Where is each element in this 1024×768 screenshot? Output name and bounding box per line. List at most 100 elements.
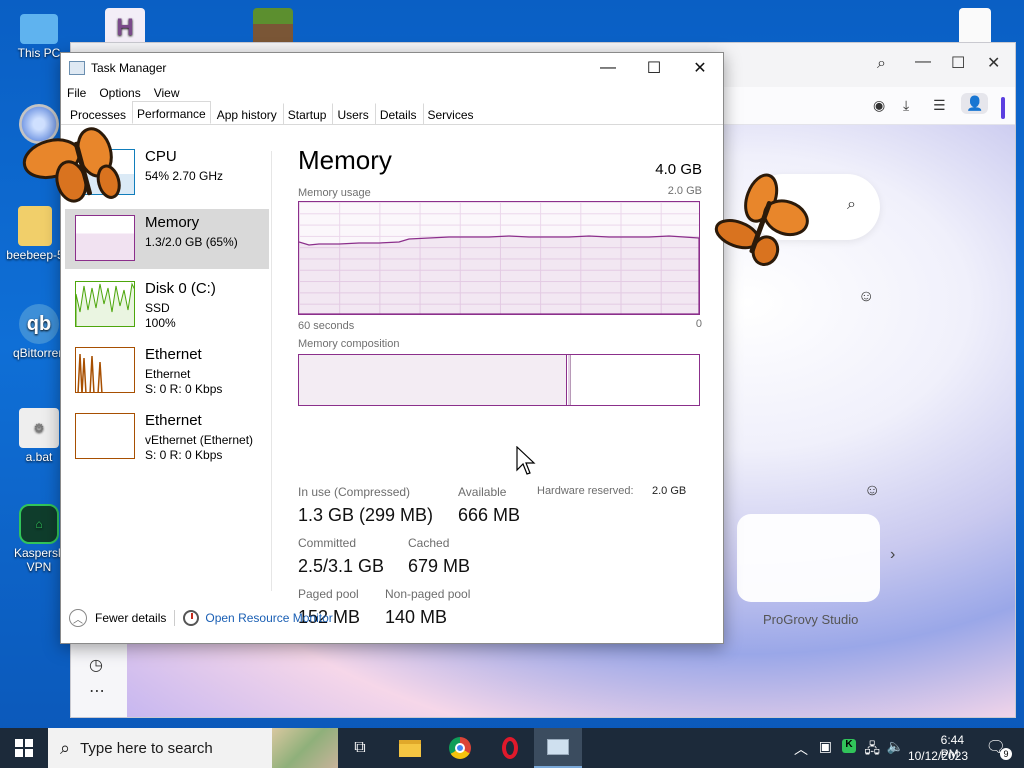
fewer-details-link[interactable]: Fewer details bbox=[95, 611, 166, 625]
in-use-segment bbox=[299, 355, 567, 405]
volume-mute-icon[interactable]: 🔈 bbox=[887, 738, 904, 755]
memory-usage-line bbox=[299, 235, 699, 314]
perf-item-name: Ethernet bbox=[145, 412, 202, 429]
graph-time-right: 0 bbox=[695, 318, 702, 330]
butterfly-decoration bbox=[22, 127, 121, 203]
camera-icon[interactable]: ◉ bbox=[873, 97, 885, 114]
notification-count: 9 bbox=[1000, 748, 1012, 760]
perf-item-detail: 54% 2.70 GHz bbox=[145, 169, 224, 183]
memory-composition-label: Memory composition bbox=[298, 338, 400, 350]
ethernet-thumbnail-graph bbox=[75, 347, 135, 393]
search-highlight-image bbox=[272, 728, 338, 768]
task-manager-taskbar-icon[interactable] bbox=[534, 728, 582, 768]
search-placeholder: Type here to search bbox=[80, 739, 213, 757]
minimize-button[interactable]: — bbox=[585, 53, 631, 83]
start-button[interactable] bbox=[0, 728, 48, 768]
available-value: 666 MB bbox=[458, 505, 521, 525]
available-label: Available bbox=[458, 485, 507, 499]
scroll-indicator bbox=[1001, 97, 1005, 119]
pane-divider bbox=[271, 151, 272, 591]
maximize-button[interactable]: ☐ bbox=[631, 53, 677, 83]
file-explorer-icon[interactable] bbox=[386, 728, 434, 768]
task-manager-window[interactable]: Task Manager — ☐ ✕ File Options View Pro… bbox=[60, 52, 724, 644]
search-icon[interactable]: ⌕ bbox=[877, 55, 886, 73]
memory-usage-label: Memory usage bbox=[298, 187, 371, 199]
opera-icon[interactable] bbox=[486, 728, 534, 768]
cached-value: 679 MB bbox=[408, 556, 471, 576]
perf-item-memory[interactable]: Memory 1.3/2.0 GB (65%) bbox=[65, 209, 269, 269]
perf-item-detail-2: S: 0 R: 0 Kbps bbox=[145, 382, 223, 396]
bottom-bar: ︿ Fewer details Open Resource Monitor bbox=[61, 593, 723, 643]
task-view-button[interactable]: ⧉ bbox=[336, 728, 384, 768]
perf-item-name: Memory bbox=[145, 214, 200, 231]
gear-file-icon: ⚙ bbox=[19, 408, 59, 448]
search-icon: ⌕ bbox=[60, 737, 71, 758]
graph-time-left: 60 seconds bbox=[298, 320, 355, 332]
perf-item-name: CPU bbox=[145, 148, 177, 165]
settings-sliders-icon[interactable]: ☰ bbox=[933, 97, 946, 114]
network-icon[interactable]: 🖧 bbox=[864, 738, 880, 762]
tab-users[interactable]: Users bbox=[332, 103, 373, 124]
open-resource-monitor-link[interactable]: Open Resource Monitor bbox=[205, 611, 332, 625]
profile-icon[interactable]: 👤 bbox=[961, 93, 989, 114]
security-icon[interactable]: ▣ bbox=[819, 738, 832, 755]
perf-item-ethernet-1[interactable]: Ethernet Ethernet S: 0 R: 0 Kbps bbox=[65, 341, 269, 401]
minimize-icon[interactable]: — bbox=[915, 53, 931, 71]
perf-item-detail-2: 100% bbox=[145, 316, 176, 330]
committed-label: Committed bbox=[298, 536, 357, 550]
menu-file[interactable]: File bbox=[67, 86, 86, 100]
menu-options[interactable]: Options bbox=[99, 86, 140, 100]
cached-label: Cached bbox=[408, 536, 450, 550]
memory-thumbnail-graph bbox=[75, 215, 135, 261]
history-icon[interactable]: ◷ bbox=[89, 655, 103, 675]
window-title: Task Manager bbox=[91, 61, 167, 75]
perf-item-detail: Ethernet bbox=[145, 367, 191, 381]
tab-performance[interactable]: Performance bbox=[132, 101, 211, 124]
page-title: Memory bbox=[298, 145, 392, 175]
hardware-reserved-value: 2.0 GB bbox=[652, 485, 687, 497]
speed-dial-tile[interactable] bbox=[737, 514, 880, 602]
windows-logo-icon bbox=[15, 739, 33, 757]
chevron-up-icon[interactable]: ︿ bbox=[794, 739, 808, 759]
mouse-cursor bbox=[516, 446, 536, 475]
search-icon[interactable]: ⌕ bbox=[847, 196, 856, 214]
smiley-icon: ☺ bbox=[864, 482, 881, 499]
disk-thumbnail-graph bbox=[75, 281, 135, 327]
title-bar[interactable]: Task Manager — ☐ ✕ bbox=[61, 53, 723, 83]
kaspersky-tray-icon[interactable]: K bbox=[842, 739, 856, 753]
memory-usage-graph bbox=[298, 201, 700, 315]
tab-bar: Processes Performance App history Startu… bbox=[61, 101, 723, 125]
perf-item-disk[interactable]: Disk 0 (C:) SSD 100% bbox=[65, 275, 269, 335]
menu-bar: File Options View bbox=[61, 83, 723, 103]
modified-segment bbox=[568, 355, 571, 405]
resource-monitor-icon bbox=[183, 610, 200, 626]
chevron-up-icon[interactable]: ︿ bbox=[69, 609, 87, 627]
in-use-label: In use (Compressed) bbox=[298, 485, 411, 499]
close-button[interactable]: ✕ bbox=[677, 53, 723, 83]
disk-activity-line bbox=[76, 282, 134, 326]
memory-composition-bar bbox=[298, 354, 700, 406]
committed-value: 2.5/3.1 GB bbox=[298, 556, 385, 576]
tab-app-history[interactable]: App history bbox=[212, 103, 282, 124]
computer-icon bbox=[20, 14, 58, 44]
chevron-right-icon[interactable]: › bbox=[890, 546, 895, 564]
tab-details[interactable]: Details bbox=[374, 103, 422, 124]
memory-detail-pane: Memory 4.0 GB Memory usage 2.0 GB 60 sec… bbox=[298, 145, 702, 627]
qbittorrent-icon: qb bbox=[19, 304, 59, 344]
download-icon[interactable]: ⤓ bbox=[903, 97, 909, 114]
taskbar-search-box[interactable]: ⌕ Type here to search bbox=[48, 728, 338, 768]
menu-view[interactable]: View bbox=[154, 86, 180, 100]
perf-item-ethernet-2[interactable]: Ethernet vEthernet (Ethernet) S: 0 R: 0 … bbox=[65, 407, 269, 467]
maximize-icon[interactable]: ☐ bbox=[951, 53, 965, 73]
tab-services[interactable]: Services bbox=[422, 103, 479, 124]
close-icon[interactable]: ✕ bbox=[987, 53, 1000, 73]
more-icon[interactable]: ⋯ bbox=[89, 681, 105, 701]
perf-item-detail-2: S: 0 R: 0 Kbps bbox=[145, 448, 223, 462]
chrome-icon[interactable] bbox=[436, 728, 484, 768]
clock-date[interactable]: 10/12/2023 bbox=[908, 749, 968, 763]
memory-usage-max: 2.0 GB bbox=[667, 185, 702, 197]
perf-item-detail: SSD bbox=[145, 301, 170, 315]
speed-dial-label: ProGrovy Studio bbox=[763, 612, 859, 627]
tab-startup[interactable]: Startup bbox=[282, 103, 332, 124]
perf-item-name: Ethernet bbox=[145, 346, 202, 363]
